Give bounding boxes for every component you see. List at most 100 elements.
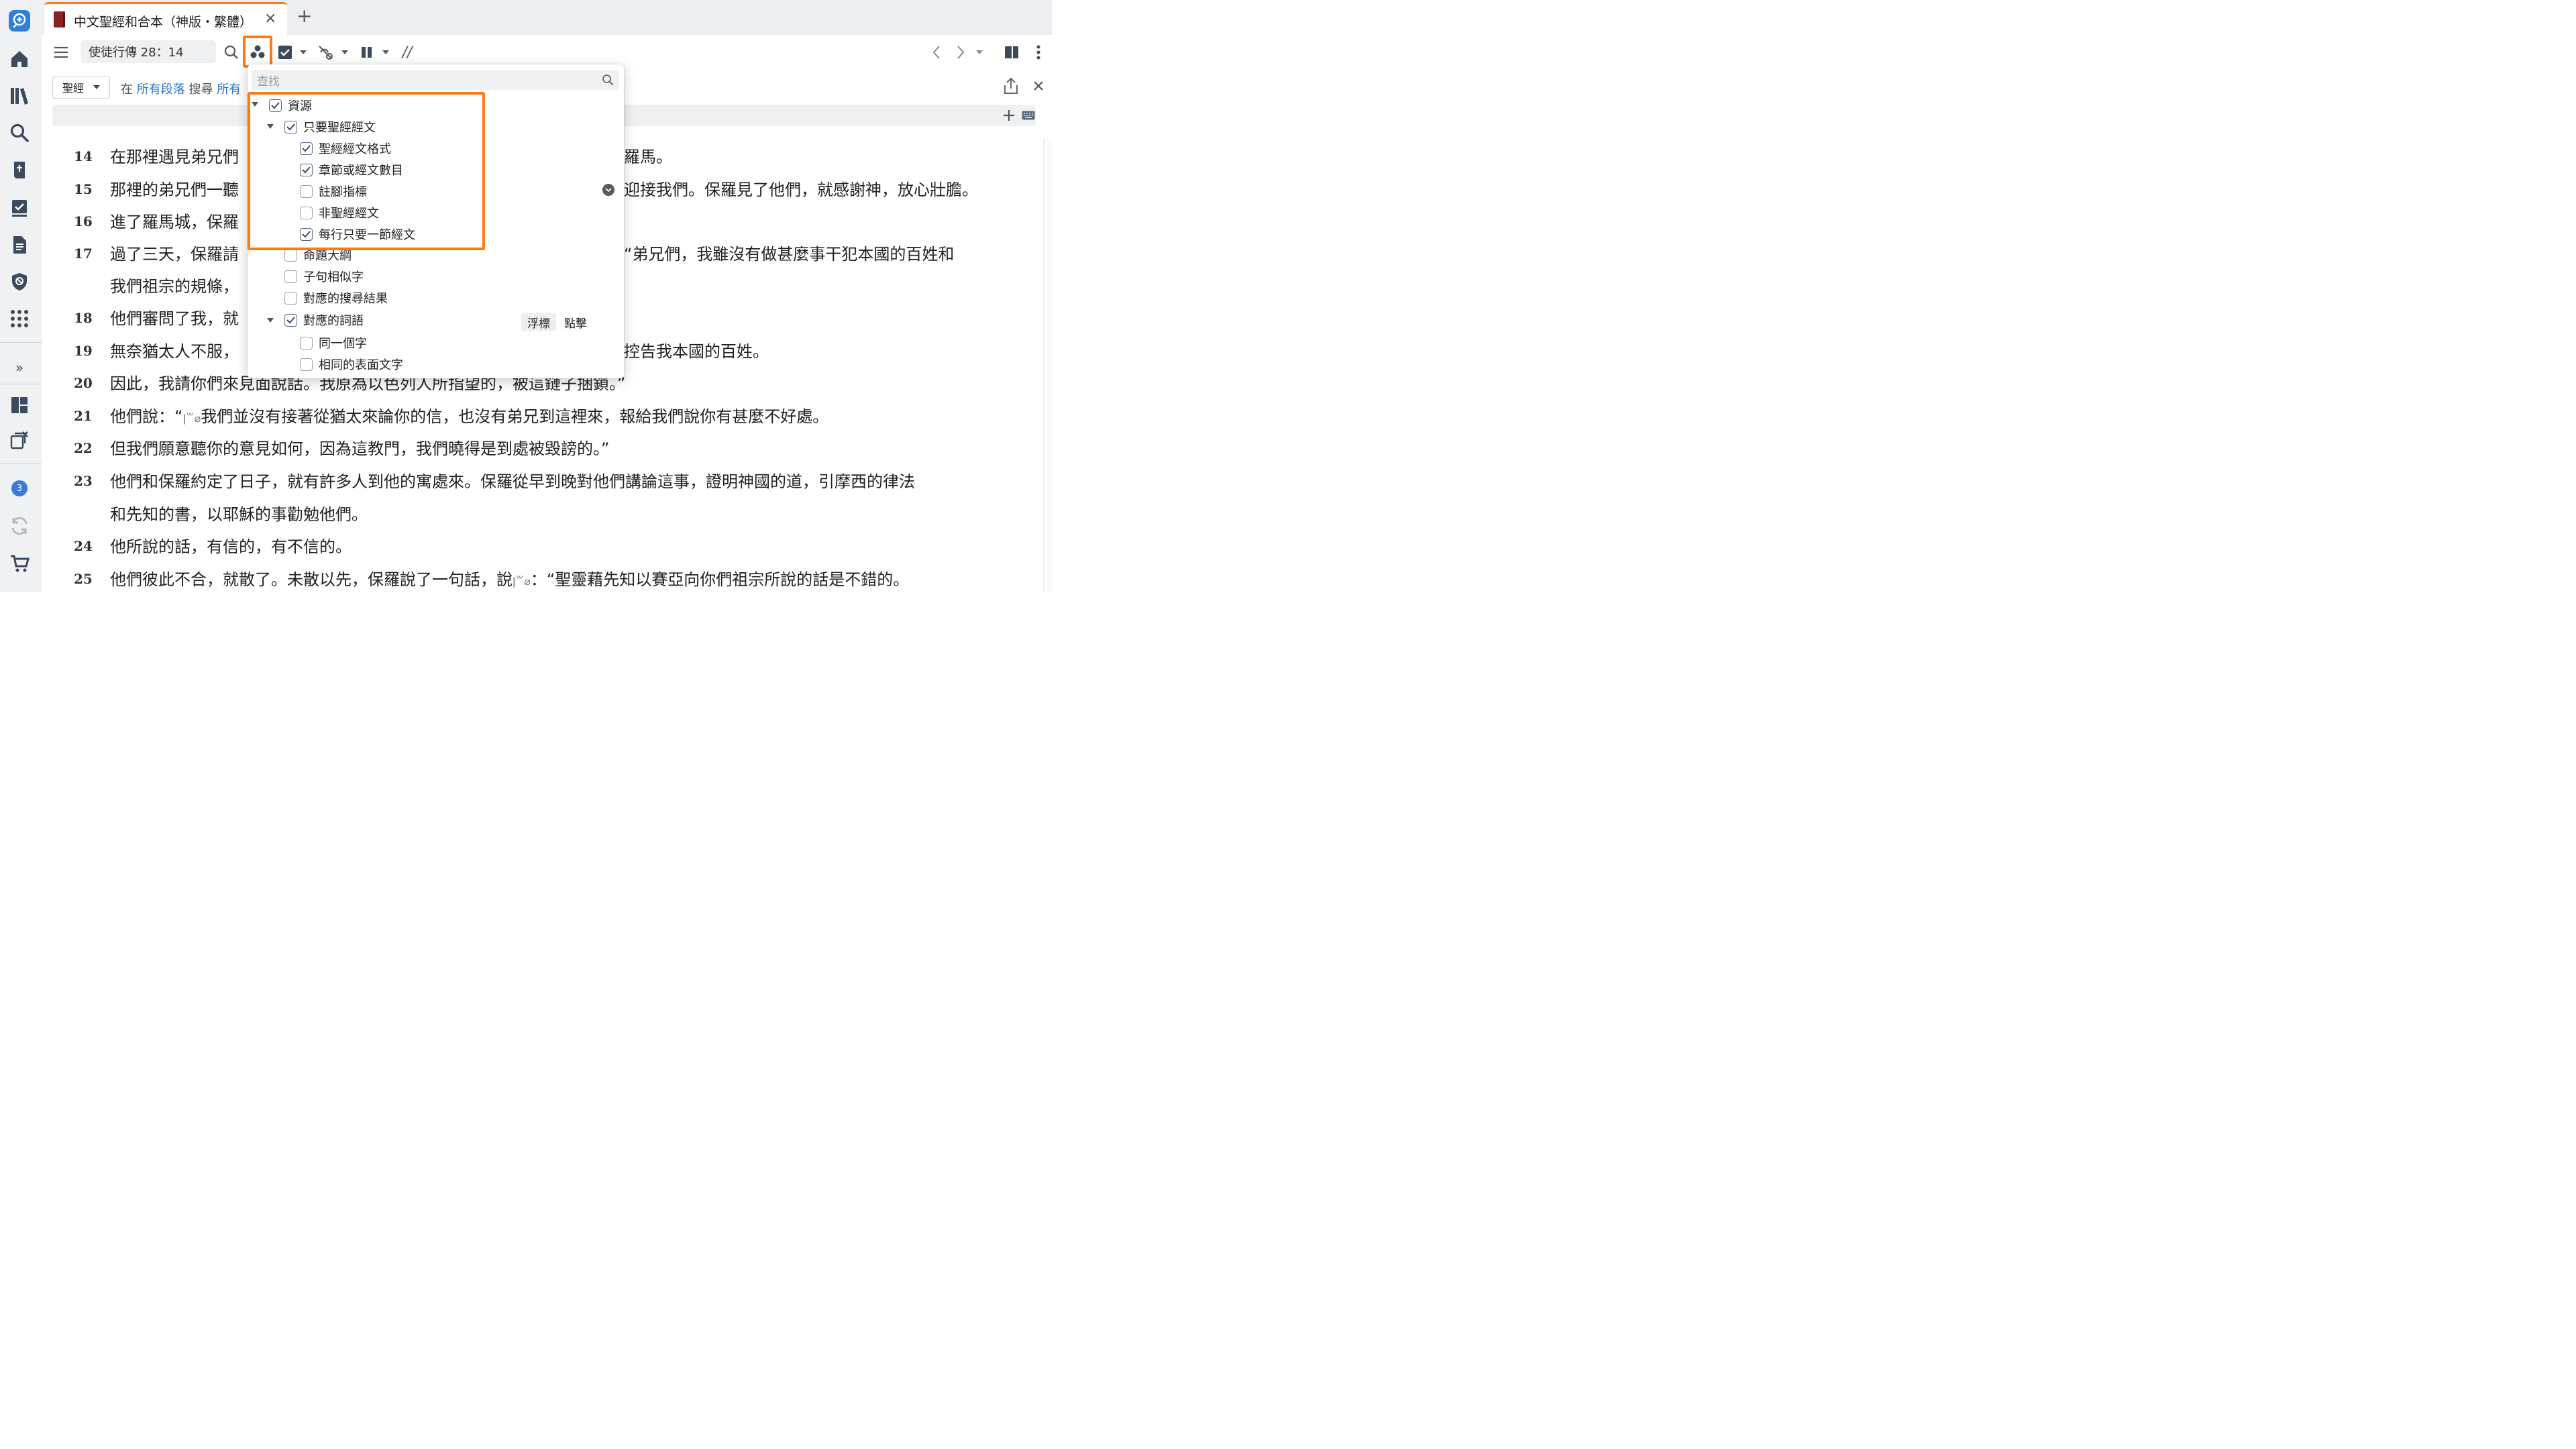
columns-dropdown-caret[interactable] (382, 42, 390, 63)
forward-icon[interactable] (953, 42, 969, 63)
filter-search-placeholder: 查找 (257, 74, 280, 89)
filter-label: 章節或經文數目 (319, 164, 403, 178)
search-icon[interactable] (7, 121, 32, 145)
filter-item[interactable]: 對應的詞語 (284, 311, 364, 329)
add-tab-button[interactable]: + (297, 7, 312, 25)
verse-text-continued: 迎接我們。保羅見了他們，就感謝神，放心壯膽。 (624, 180, 978, 199)
close-search-icon[interactable] (1030, 75, 1046, 97)
expand-option-icon[interactable] (602, 184, 614, 196)
filter-item[interactable]: 只要聖經經文 (284, 117, 376, 136)
what-link[interactable]: 所有 (217, 83, 241, 97)
shield-icon[interactable] (7, 270, 32, 294)
checkbox[interactable] (269, 99, 282, 112)
sync-icon[interactable] (7, 514, 32, 538)
verse-text: 在那裡遇見弟兄們 (110, 148, 239, 166)
checkbox[interactable] (300, 227, 313, 241)
menu-icon[interactable] (52, 42, 70, 63)
speaker-marker-icon[interactable]: ǀ꒳⌀ (182, 412, 201, 425)
verse-text: 但我們願意聽你的意見如何，因為這教門，我們曉得是到處被毀謗的。” (110, 439, 610, 458)
filter-item[interactable]: 相同的表面文字 (300, 355, 403, 374)
more-options-icon[interactable] (1032, 42, 1045, 63)
verse-text-continued: 控告我本國的百姓。 (624, 342, 769, 361)
checkbox[interactable] (284, 120, 297, 133)
collapse-resources-icon[interactable] (252, 102, 258, 107)
columns-icon[interactable] (358, 42, 376, 63)
checkbox[interactable] (284, 270, 297, 283)
filter-item[interactable]: 資源 (269, 96, 312, 115)
interlinear-icon[interactable] (317, 42, 335, 63)
close-panels-icon[interactable] (7, 428, 32, 452)
checkbox[interactable] (284, 313, 297, 327)
filter-search-input[interactable]: 查找 (252, 70, 619, 90)
visual-filters-button[interactable] (243, 36, 272, 68)
collapse-bible-text-icon[interactable] (267, 124, 274, 129)
filter-item[interactable]: 非聖經經文 (300, 203, 379, 222)
filter-label: 聖經經文格式 (319, 142, 391, 156)
search-icon[interactable] (220, 42, 243, 63)
add-search-icon[interactable] (1001, 106, 1017, 125)
speaker-marker-icon[interactable]: ǀ꒳⌀ (513, 575, 531, 588)
share-icon[interactable] (1001, 74, 1021, 98)
checkbox[interactable] (300, 184, 313, 198)
left-sidebar: » 3 (0, 0, 42, 592)
apps-grid-icon[interactable] (7, 307, 32, 331)
checkbox[interactable] (284, 248, 297, 262)
document-icon[interactable] (7, 233, 32, 257)
scope-label: 聖經 (62, 82, 85, 95)
filter-item[interactable]: 聖經經文格式 (300, 139, 391, 158)
tab-bible[interactable]: 中文聖經和合本（神版・繁體） × (44, 2, 287, 35)
bible-icon[interactable] (7, 158, 32, 182)
app-logo-icon[interactable] (7, 9, 32, 33)
filter-label: 相同的表面文字 (319, 358, 403, 372)
layout-icon[interactable] (7, 393, 32, 417)
close-tab-icon[interactable]: × (264, 10, 276, 27)
filter-item[interactable]: 同一個字 (300, 333, 367, 352)
verse-number: 23 (74, 473, 93, 489)
checkbox[interactable] (284, 291, 297, 305)
verse-text: 過了三天，保羅請 (110, 245, 239, 264)
where-link[interactable]: 所有段落 (137, 83, 185, 97)
collapse-corresponding-words-icon[interactable] (267, 318, 274, 323)
checkbox[interactable] (300, 142, 313, 155)
reference-box[interactable]: 使徒行傳 28：14 (80, 40, 216, 63)
notification-badge[interactable]: 3 (11, 480, 28, 496)
filter-item[interactable]: 命題大綱 (284, 246, 352, 264)
checkbox[interactable] (300, 206, 313, 219)
checkbox[interactable] (300, 163, 313, 176)
verse-number: 18 (74, 310, 93, 326)
back-icon[interactable] (928, 42, 945, 63)
verse-number: 22 (74, 440, 93, 456)
history-dropdown-caret[interactable] (975, 42, 983, 63)
interlinear-dropdown-caret[interactable] (341, 42, 349, 63)
filter-item[interactable]: 章節或經文數目 (300, 160, 403, 179)
verse-text-start: 他們彼此不合，就散了。未散以先，保羅說了一句話，說 (110, 570, 513, 589)
cart-icon[interactable] (7, 551, 32, 576)
visual-filters-dropdown: 查找 資源 只要聖經經文 聖經經文格式 章節或經文數目 註腳指標 非聖經經文 每… (248, 64, 624, 378)
filter-item[interactable]: 每行只要一節經文 (300, 225, 415, 244)
home-icon[interactable] (7, 47, 32, 71)
book-icon (54, 11, 65, 28)
verse-text: 他們和保羅約定了日子，就有許多人到他的寓處來。保羅從早到晚對他們講論這事，證明神… (110, 472, 915, 491)
check-icon[interactable] (276, 42, 294, 63)
verse-text: 那裡的弟兄們一聽 (110, 180, 239, 199)
scope-dropdown[interactable]: 聖經 (52, 76, 110, 99)
expand-sidebar-icon[interactable]: » (7, 356, 32, 380)
parallel-icon[interactable]: // (397, 42, 417, 63)
filter-item[interactable]: 對應的搜尋結果 (284, 288, 388, 307)
verse-number: 16 (74, 213, 93, 229)
checklist-icon[interactable] (7, 196, 32, 220)
checkbox[interactable] (300, 358, 313, 371)
keyboard-icon[interactable] (1020, 106, 1037, 125)
check-dropdown-caret[interactable] (299, 42, 307, 63)
verse-text: 我們祖宗的規條， (110, 277, 239, 296)
hover-mode-button[interactable]: 浮標 (521, 313, 556, 331)
checkbox[interactable] (300, 336, 313, 350)
library-icon[interactable] (7, 84, 32, 108)
filter-item[interactable]: 子句相似字 (284, 267, 364, 286)
visual-filters-icon (250, 45, 265, 58)
split-panel-icon[interactable] (1002, 42, 1021, 63)
verse-number: 17 (74, 246, 93, 262)
filter-item[interactable]: 註腳指標 (300, 182, 367, 201)
scrollbar[interactable] (1043, 138, 1052, 592)
click-mode-button[interactable]: 點擊 (560, 313, 591, 331)
